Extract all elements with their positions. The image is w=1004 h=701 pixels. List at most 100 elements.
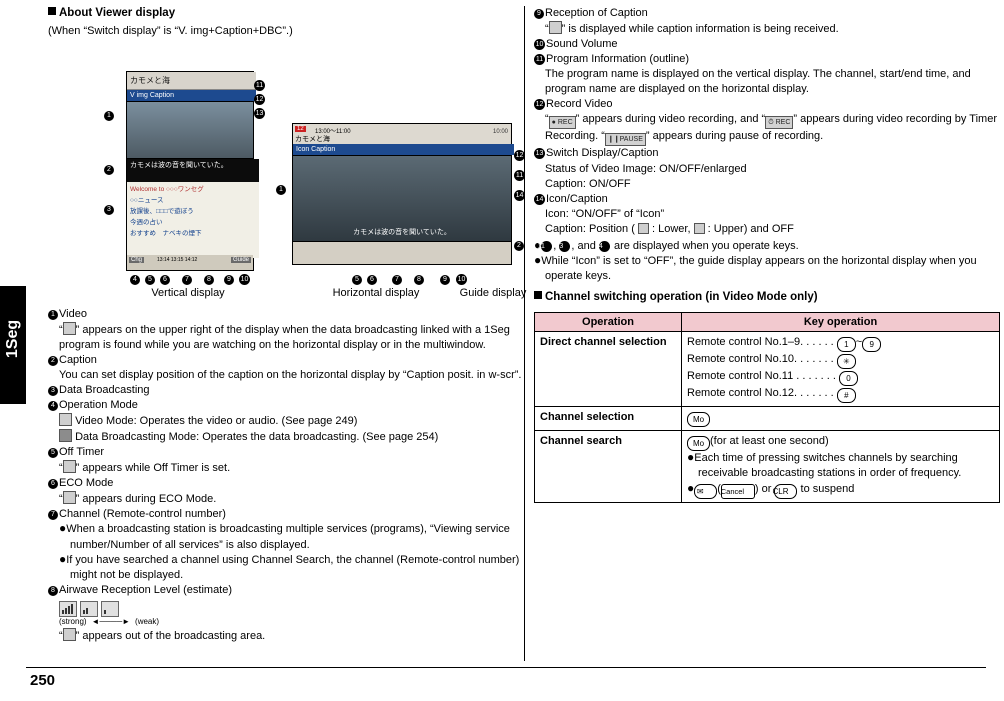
dbc-mode-icon bbox=[59, 429, 72, 443]
guide-display-caption: Guide display bbox=[459, 286, 527, 299]
item-2-text: You can set display position of the capt… bbox=[59, 368, 522, 381]
right-heading: Channel switching operation (in Video Mo… bbox=[534, 290, 1004, 306]
dbc-line-3: 放課後、□□□で遊ぼう bbox=[130, 207, 194, 215]
marker-7-h: 7 bbox=[392, 273, 403, 285]
left-heading: About Viewer display bbox=[48, 6, 522, 22]
page-number: 250 bbox=[30, 672, 56, 689]
search-bullet-1: ●Each time of pressing switches channels… bbox=[687, 449, 962, 480]
key-multi-cursor: Mo bbox=[687, 411, 710, 427]
caption-reception-icon bbox=[548, 21, 562, 35]
item-1-text: “” appears on the upper right of the dis… bbox=[59, 321, 510, 351]
left-column: About Viewer display (When “Switch displ… bbox=[48, 6, 526, 644]
marker-7: 7 bbox=[182, 273, 193, 285]
horizontal-display-mock: 12 13:00～11:00 カモメと海 10:00 Icon Caption … bbox=[292, 122, 514, 265]
item-14-line-1: Icon: “ON/OFF” of “Icon” bbox=[545, 207, 665, 220]
item-14-title: 14 Icon/Caption bbox=[534, 192, 608, 205]
key-hash: # bbox=[836, 387, 856, 403]
item-10-title: 10 Sound Volume bbox=[534, 38, 618, 51]
item-1-title: 1 Video bbox=[48, 307, 522, 322]
caption-upper-icon bbox=[693, 222, 705, 234]
marker-1-horizontal: 1 bbox=[276, 183, 287, 195]
item-5-text: “” appears while Off Timer is set. bbox=[59, 460, 231, 475]
vertical-video-area bbox=[127, 101, 253, 158]
column-divider bbox=[524, 6, 525, 661]
horizontal-program-title: カモメと海 bbox=[295, 135, 330, 143]
row-direct-channel-label: Direct channel selection bbox=[534, 330, 682, 407]
out-of-area-icon bbox=[62, 627, 76, 641]
vertical-title-bar: カモメと海 bbox=[127, 71, 256, 90]
viewer-display-figure: カモメと海 V img Caption カモメは波の音を聞いていた。 Welco… bbox=[48, 43, 526, 301]
direct-line-1: Remote control No.1–9. . . . . . 1 ~9 bbox=[687, 335, 994, 352]
section-tab: 1Seg bbox=[0, 286, 26, 404]
key-0: 0 bbox=[839, 370, 859, 386]
signal-strong-icon bbox=[59, 600, 77, 617]
table-header-key-operation: Key operation bbox=[681, 311, 1000, 332]
key-multi-cursor: Mo bbox=[687, 435, 710, 451]
manual-page: 1Seg 250 About Viewer display (When “Swi… bbox=[0, 0, 1004, 701]
rec-pause-icon: ❙❙PAUSE bbox=[604, 133, 646, 147]
vertical-display-caption: Vertical display bbox=[151, 286, 225, 299]
table-row: Channel selection Mo bbox=[534, 405, 1000, 431]
item-12-title: 12 Record Video bbox=[534, 98, 613, 111]
key-1: 1 bbox=[836, 336, 856, 352]
search-line-1: Mo (for at least one second) bbox=[687, 434, 994, 451]
item-8-title: 8 Airwave Reception Level (estimate) bbox=[48, 583, 522, 598]
direct-line-2: Remote control No.10. . . . . . . ✳ bbox=[687, 352, 994, 369]
marker-11-h: 11 bbox=[514, 169, 525, 181]
marker-13: 13 bbox=[254, 107, 265, 119]
item-4-line-1: Video Mode: Operates the video or audio.… bbox=[48, 413, 522, 429]
horizontal-display-caption: Horizontal display bbox=[332, 286, 420, 299]
direct-line-3: Remote control No.11 . . . . . . . 0 bbox=[687, 369, 994, 386]
row-channel-search-keys: Mo (for at least one second) ●Each time o… bbox=[681, 429, 1000, 504]
marker-6: 6 bbox=[160, 273, 171, 285]
item-13-line-1: Status of Video Image: ON/OFF/enlarged bbox=[545, 162, 747, 175]
footer-rule bbox=[26, 667, 986, 668]
marker-5-h: 5 bbox=[352, 273, 363, 285]
dbc-line-1: Welcome to ○○○ワンセグ bbox=[130, 185, 204, 193]
timer-rec-icon: ⏱ REC bbox=[765, 116, 794, 130]
item-11-text: The program name is displayed on the ver… bbox=[545, 68, 971, 96]
dbc-line-2: ○○ニュース bbox=[130, 196, 164, 204]
item-13-line-2: Caption: ON/OFF bbox=[545, 177, 631, 190]
status-icons: 13:14 13:15 14:12 bbox=[157, 256, 198, 263]
square-bullet-icon bbox=[534, 291, 542, 299]
dbc-linked-icon bbox=[62, 321, 76, 335]
item-8-text: “” appears out of the broadcasting area. bbox=[59, 627, 266, 642]
item-9-title: 9 Reception of Caption bbox=[534, 6, 1004, 21]
item-5-title: 5 Off Timer bbox=[48, 445, 522, 460]
key-clr: CLR bbox=[772, 484, 798, 500]
off-timer-icon bbox=[62, 460, 76, 474]
marker-14-h: 14 bbox=[514, 189, 525, 201]
table-row: Direct channel selection Remote control … bbox=[534, 330, 1000, 407]
item-4-line-2: Data Broadcasting Mode: Operates the dat… bbox=[48, 429, 522, 445]
marker-6-h: 6 bbox=[367, 273, 378, 285]
row-channel-search-label: Channel search bbox=[534, 429, 682, 504]
vertical-mode-bar: V img Caption bbox=[127, 89, 256, 101]
caption-lower-icon bbox=[637, 222, 649, 234]
direct-line-4: Remote control No.12. . . . . . . # bbox=[687, 386, 994, 403]
marker-3-vertical: 3 bbox=[104, 203, 115, 215]
marker-2-vertical: 2 bbox=[104, 163, 115, 175]
signal-weak-icon bbox=[101, 600, 120, 617]
marker-12-h: 12 bbox=[514, 149, 525, 161]
marker-2-horizontal: 2 bbox=[514, 239, 525, 251]
marker-12: 12 bbox=[254, 93, 265, 105]
marker-8: 8 bbox=[204, 273, 215, 285]
note-1: ●11, 13, and 14 are displayed when you o… bbox=[534, 239, 1004, 254]
row-direct-channel-keys: Remote control No.1–9. . . . . . 1 ~9 Rem… bbox=[681, 330, 1000, 407]
item-4-title: 4 Operation Mode bbox=[48, 398, 522, 413]
item-8-signal-labels: (strong) ◄────► (weak) bbox=[59, 616, 160, 626]
eco-mode-icon bbox=[62, 491, 76, 505]
section-tab-label: 1Seg bbox=[4, 319, 21, 359]
dbc-line-5: おすすめ ナベキの煙下 bbox=[130, 229, 202, 237]
marker-10-h: 10 bbox=[456, 273, 467, 285]
item-6-text: “” appears during ECO Mode. bbox=[59, 491, 217, 506]
item-13-title: 13 Switch Display/Caption bbox=[534, 147, 659, 160]
horizontal-video-area: カモメは波の音を聞いていた。 bbox=[293, 155, 511, 241]
key-9: 9 bbox=[862, 336, 882, 352]
marker-10: 10 bbox=[239, 273, 250, 285]
vertical-dbc-area: Welcome to ○○○ワンセグ ○○ニュース 放課後、□□□で遊ぼう 今週… bbox=[127, 181, 259, 258]
item-9-text: “” is displayed while caption informatio… bbox=[545, 21, 839, 36]
item-2-title: 2 Caption bbox=[48, 353, 522, 368]
note-2: ●While “Icon” is set to “OFF”, the guide… bbox=[534, 252, 977, 282]
